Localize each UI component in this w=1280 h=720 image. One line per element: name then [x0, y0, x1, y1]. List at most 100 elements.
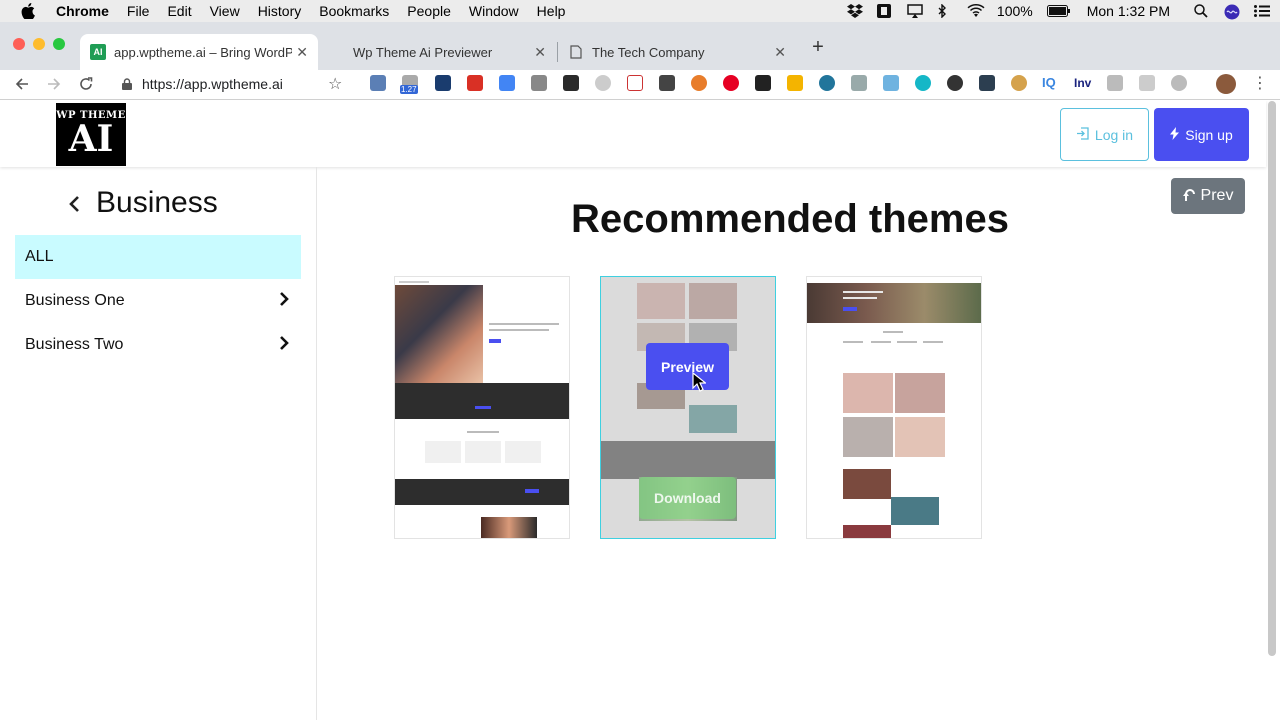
theme-card[interactable]	[806, 276, 982, 539]
extension-chat-icon[interactable]	[1171, 75, 1187, 91]
profile-avatar[interactable]	[1216, 74, 1236, 94]
clock[interactable]: Mon 1:32 PM	[1087, 3, 1170, 19]
menu-view[interactable]: View	[210, 3, 240, 19]
theme-card[interactable]	[394, 276, 570, 539]
extension-c-icon[interactable]	[979, 75, 995, 91]
sidebar-title: Business	[96, 186, 218, 219]
signup-button[interactable]: Sign up	[1154, 108, 1249, 161]
menu-file[interactable]: File	[127, 3, 150, 19]
thumb-text-line	[843, 297, 877, 299]
extension-table-icon[interactable]	[1107, 75, 1123, 91]
extension-iq-icon[interactable]: IQ	[1042, 75, 1056, 90]
extension-receipt-icon[interactable]	[659, 75, 675, 91]
menu-history[interactable]: History	[258, 3, 302, 19]
airplay-icon[interactable]	[907, 4, 923, 18]
page-scrollbar[interactable]	[1268, 101, 1276, 656]
wordpress-extension-icon[interactable]	[819, 75, 835, 91]
extension-inv-icon[interactable]: Inv	[1074, 76, 1091, 90]
menu-bookmarks[interactable]: Bookmarks	[319, 3, 389, 19]
category-sidebar: Business ALL Business One Business Two	[0, 167, 317, 720]
extension-grid-icon[interactable]	[851, 75, 867, 91]
window-zoom-button[interactable]	[53, 38, 65, 50]
menu-app-name[interactable]: Chrome	[56, 3, 109, 19]
sidebar-item-label: Business One	[25, 292, 125, 309]
gallery-image	[895, 373, 945, 413]
thumb-text-line	[489, 329, 549, 331]
chevron-left-icon[interactable]	[68, 193, 80, 219]
forward-button[interactable]	[44, 74, 64, 94]
extension-check-icon[interactable]	[563, 75, 579, 91]
extension-wc-icon[interactable]	[627, 75, 643, 91]
extension-code-icon[interactable]	[1139, 75, 1155, 91]
extension-color-icon[interactable]	[947, 75, 963, 91]
sidebar-item-business-two[interactable]: Business Two	[15, 323, 301, 367]
menu-window[interactable]: Window	[469, 3, 519, 19]
bookmark-star-icon[interactable]: ☆	[328, 74, 342, 94]
bluetooth-icon[interactable]	[937, 3, 953, 19]
tab-previewer[interactable]: Wp Theme Ai Previewer ✕	[320, 34, 556, 70]
extension-account-icon[interactable]	[370, 75, 386, 91]
extension-m-icon[interactable]	[755, 75, 771, 91]
sidebar-item-label: ALL	[25, 248, 54, 265]
new-tab-button[interactable]: +	[808, 36, 828, 60]
gmail-extension-icon[interactable]	[467, 75, 483, 91]
menu-edit[interactable]: Edit	[167, 3, 191, 19]
sidebar-item-all[interactable]: ALL	[15, 235, 301, 279]
window-close-button[interactable]	[13, 38, 25, 50]
lock-icon	[122, 78, 132, 90]
extension-flower-icon[interactable]	[691, 75, 707, 91]
spotlight-search-icon[interactable]	[1194, 4, 1210, 18]
thumb-text-line	[843, 291, 883, 293]
testimonial-box	[465, 441, 501, 463]
login-button[interactable]: Log in	[1060, 108, 1149, 161]
wifi-icon[interactable]	[967, 4, 985, 18]
siri-icon[interactable]	[1224, 4, 1240, 20]
extension-chart-icon[interactable]	[787, 75, 803, 91]
blog-photo	[843, 469, 891, 499]
apple-icon[interactable]	[20, 3, 36, 19]
signup-label: Sign up	[1185, 126, 1233, 143]
site-logo[interactable]: WP THEME AI	[56, 103, 126, 166]
extension-n-icon[interactable]	[435, 75, 451, 91]
tab-close-icon[interactable]: ✕	[534, 44, 546, 61]
translate-extension-icon[interactable]	[499, 75, 515, 91]
extension-w-icon[interactable]	[1011, 75, 1027, 91]
url-text: https://app.wptheme.ai	[142, 76, 283, 92]
app-tray-icon[interactable]	[876, 4, 893, 18]
tab-wptheme-app[interactable]: AI app.wptheme.ai – Bring WordP ✕	[80, 34, 318, 70]
thumb-button	[525, 489, 539, 493]
reload-icon	[80, 77, 93, 90]
extension-badge-icon[interactable]: 1.27	[400, 75, 418, 94]
tab-title: app.wptheme.ai – Bring WordP	[114, 44, 292, 60]
address-bar[interactable]: https://app.wptheme.ai	[110, 72, 360, 96]
thumb-button	[475, 406, 491, 409]
download-button[interactable]: Download	[639, 477, 736, 519]
tab-close-icon[interactable]: ✕	[296, 44, 308, 61]
sidebar-item-business-one[interactable]: Business One	[15, 279, 301, 323]
back-button[interactable]	[12, 74, 32, 94]
dark-band	[395, 383, 569, 419]
notification-center-icon[interactable]	[1254, 4, 1270, 18]
extension-gear-icon[interactable]	[915, 75, 931, 91]
contact-band	[395, 479, 569, 505]
extension-puzzle-icon[interactable]	[531, 75, 547, 91]
extension-bar-icon[interactable]	[883, 75, 899, 91]
thumb-nav-line	[399, 281, 429, 283]
battery-icon[interactable]	[1046, 4, 1070, 18]
arrow-right-icon	[48, 78, 61, 90]
menu-people[interactable]: People	[407, 3, 451, 19]
theme-card[interactable]: Download Preview	[600, 276, 776, 539]
dropbox-icon[interactable]	[846, 4, 863, 18]
preview-button[interactable]: Preview	[646, 343, 729, 390]
pinterest-extension-icon[interactable]	[723, 75, 739, 91]
window-minimize-button[interactable]	[33, 38, 45, 50]
tab-tech-company[interactable]: The Tech Company ✕	[558, 34, 796, 70]
extension-k-icon[interactable]	[595, 75, 611, 91]
macos-menu-bar: Chrome File Edit View History Bookmarks …	[0, 0, 1280, 22]
menu-help[interactable]: Help	[537, 3, 566, 19]
thumb-text-line	[467, 431, 499, 433]
browser-menu-icon[interactable]: ⋮	[1252, 73, 1268, 93]
reload-button[interactable]	[76, 74, 96, 94]
gallery-image	[895, 417, 945, 457]
tab-close-icon[interactable]: ✕	[774, 44, 786, 61]
